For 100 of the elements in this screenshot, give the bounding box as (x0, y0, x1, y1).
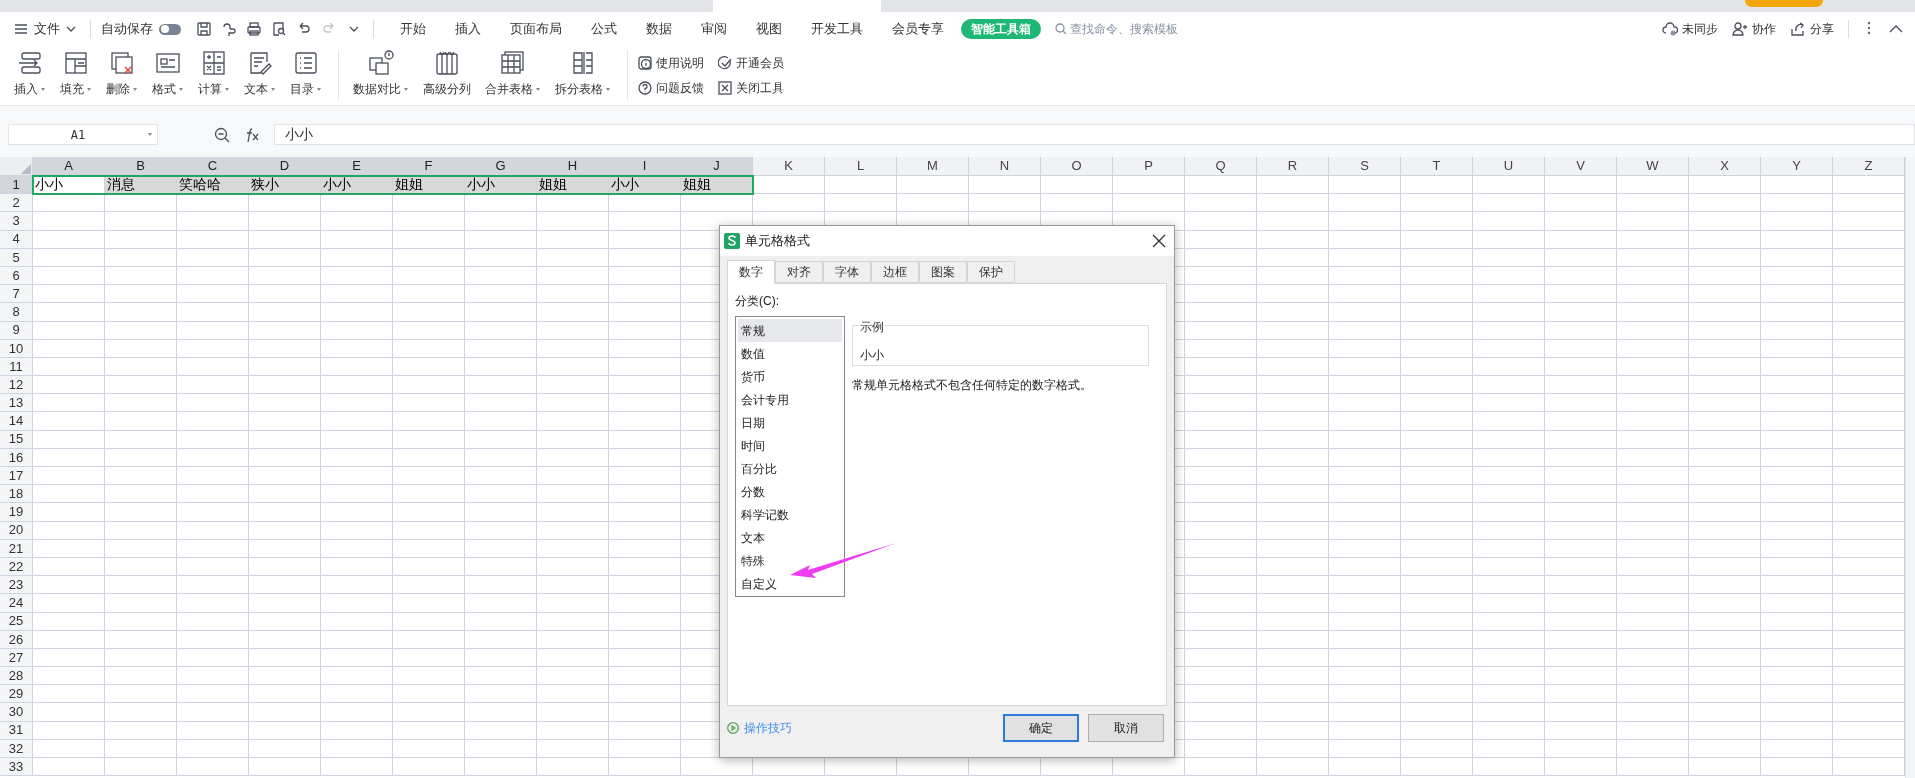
dialog-button[interactable]: 确定 (1003, 714, 1079, 742)
column-header[interactable]: M (897, 157, 969, 176)
dialog-tab[interactable]: 保护 (967, 261, 1015, 283)
column-header[interactable]: R (1257, 157, 1329, 176)
file-menu[interactable]: 文件 (14, 17, 80, 41)
row-header[interactable]: 18 (0, 485, 33, 504)
ribbon-tab[interactable]: 插入 (443, 19, 493, 39)
column-header[interactable]: V (1545, 157, 1617, 176)
row-header[interactable]: 1 (0, 176, 33, 195)
column-header[interactable]: U (1473, 157, 1545, 176)
ribbon-tab[interactable]: 审阅 (689, 19, 739, 39)
autosave-label: 自动保存 (101, 20, 153, 39)
ribbon-tab[interactable]: 页面布局 (498, 19, 574, 39)
list-item[interactable]: 文本 (738, 526, 842, 549)
ribbon-tab[interactable]: 视图 (744, 19, 794, 39)
row-header[interactable]: 3 (0, 212, 33, 231)
zoom-button[interactable] (214, 125, 232, 144)
dialog-tab[interactable]: 数字 (727, 260, 775, 284)
row-header[interactable]: 30 (0, 703, 33, 722)
row-header[interactable]: 23 (0, 576, 33, 595)
print-preview-button[interactable] (270, 20, 288, 38)
row-header[interactable]: 24 (0, 594, 33, 613)
category-list[interactable]: 常规 数值 货币 会计专用 日期 时间 百分比 分数 科学记数 文本 特殊 自定义 (735, 316, 845, 597)
column-header[interactable]: T (1401, 157, 1473, 176)
ribbon-button[interactable]: 删除 (104, 50, 140, 98)
format-painter-button[interactable] (220, 20, 238, 38)
ribbon-button[interactable]: 格式 (150, 50, 186, 98)
column-header[interactable]: N (969, 157, 1041, 176)
column-header[interactable]: X (1689, 157, 1761, 176)
list-item[interactable]: 自定义 (738, 572, 842, 595)
list-item[interactable]: 科学记数 (738, 503, 842, 526)
ribbon-button[interactable]: 合并表格 (483, 50, 543, 98)
ribbon-button[interactable]: 高级分列 (421, 50, 473, 98)
column-header[interactable]: K (753, 157, 825, 176)
row-header[interactable]: 19 (0, 503, 33, 522)
column-header[interactable]: P (1113, 157, 1185, 176)
ribbon-tab[interactable]: 数据 (634, 19, 684, 39)
ribbon-button[interactable]: 计算 (196, 50, 232, 98)
row-header[interactable]: 28 (0, 667, 33, 686)
dialog-tab[interactable]: 对齐 (775, 261, 823, 283)
ribbon-button[interactable]: 数据对比 (351, 50, 411, 98)
search-field[interactable]: 查找命令、搜索模板 (1055, 18, 1215, 40)
dialog-button[interactable]: 取消 (1088, 714, 1164, 742)
ribbon-button[interactable]: 填充 (58, 50, 94, 98)
save-button[interactable] (195, 20, 213, 38)
column-header[interactable]: Y (1761, 157, 1833, 176)
row-header[interactable]: 17 (0, 467, 33, 486)
column-header[interactable]: O (1041, 157, 1113, 176)
column-header[interactable]: L (825, 157, 897, 176)
caret-icon (178, 86, 184, 92)
tool-link[interactable]: 关闭工具 (718, 79, 784, 97)
tool-link[interactable]: 使用说明 (638, 54, 704, 72)
toolbar-action[interactable]: 未同步 (1662, 20, 1718, 38)
row-header[interactable]: 29 (0, 685, 33, 704)
info-icon (638, 56, 652, 70)
chevron-down-icon (66, 26, 76, 32)
list-item[interactable]: 特殊 (738, 549, 842, 572)
tool-link[interactable]: 问题反馈 (638, 79, 704, 97)
ribbon-button[interactable]: 拆分表格 (553, 50, 613, 98)
dialog-tab[interactable]: 字体 (823, 261, 871, 283)
list-item[interactable]: 会计专用 (738, 388, 842, 411)
ribbon-tab[interactable]: 会员专享 (880, 19, 956, 39)
print-button[interactable] (245, 20, 263, 38)
row-header[interactable]: 33 (0, 758, 33, 777)
toolbar-action[interactable]: 协作 (1732, 20, 1776, 38)
name-box[interactable]: A1 (8, 124, 158, 145)
print-preview-icon (271, 21, 287, 37)
row-header[interactable]: 8 (0, 303, 33, 322)
list-item[interactable]: 分数 (738, 480, 842, 503)
list-item[interactable]: 日期 (738, 411, 842, 434)
list-item[interactable]: 常规 (738, 319, 842, 342)
scrollbar[interactable] (1905, 157, 1915, 778)
dialog-tab[interactable]: 边框 (871, 261, 919, 283)
row-header[interactable]: 14 (0, 412, 33, 431)
formula-field[interactable]: 小小 (274, 124, 1915, 145)
dialog-tab[interactable]: 图案 (919, 261, 967, 283)
row-header[interactable]: 12 (0, 376, 33, 395)
row-header[interactable]: 13 (0, 394, 33, 413)
row-header[interactable]: 7 (0, 285, 33, 304)
column-header[interactable]: Q (1185, 157, 1257, 176)
ribbon-button[interactable]: 目录 (288, 50, 324, 98)
close-button[interactable] (1152, 233, 1168, 249)
app-icon (724, 233, 740, 249)
column-header[interactable]: S (1329, 157, 1401, 176)
toolbar-action[interactable]: 分享 (1790, 20, 1834, 38)
list-item[interactable]: 数值 (738, 342, 842, 365)
list-item[interactable]: 百分比 (738, 457, 842, 480)
list-item[interactable]: 货币 (738, 365, 842, 388)
column-header[interactable]: W (1617, 157, 1689, 176)
list-item[interactable]: 时间 (738, 434, 842, 457)
row-header[interactable]: 2 (0, 194, 33, 213)
autosave-toggle[interactable] (159, 23, 181, 35)
ribbon-button[interactable]: 插入 (12, 50, 48, 98)
tool-link[interactable]: 开通会员 (718, 54, 784, 72)
caret-icon (270, 86, 276, 92)
ribbon-tab[interactable]: 开始 (388, 19, 438, 39)
ribbon-tab[interactable]: 开发工具 (799, 19, 875, 39)
ribbon-tab[interactable]: 公式 (579, 19, 629, 39)
column-header[interactable]: Z (1833, 157, 1905, 176)
ribbon-button[interactable]: 文本 (242, 50, 278, 98)
